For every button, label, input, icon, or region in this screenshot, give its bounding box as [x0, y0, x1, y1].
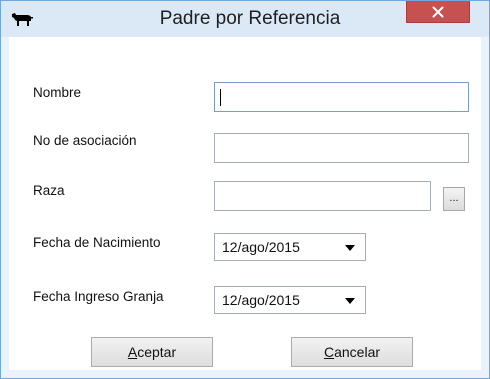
ingreso-value: 12/ago/2015	[222, 292, 300, 308]
nacimiento-value: 12/ago/2015	[222, 239, 300, 255]
accept-mnemonic: A	[127, 344, 138, 360]
asociacion-label: No de asociación	[33, 133, 137, 148]
raza-browse-button[interactable]: ...	[443, 187, 465, 211]
title-bar[interactable]: Padre por Referencia	[1, 1, 489, 37]
chevron-down-icon	[345, 298, 355, 304]
close-icon	[432, 6, 444, 17]
dialog-body: Nombre No de asociación Raza ... Fecha d…	[9, 37, 481, 370]
accept-button[interactable]: Aceptar	[91, 337, 213, 367]
raza-label: Raza	[33, 183, 65, 198]
accept-label: ceptar	[137, 344, 177, 360]
nacimiento-date-picker[interactable]: 12/ago/2015	[214, 233, 366, 261]
asociacion-input[interactable]	[214, 133, 469, 163]
chevron-down-icon	[345, 245, 355, 251]
nombre-input[interactable]	[214, 82, 469, 112]
text-caret	[220, 89, 221, 106]
cancel-label: ancelar	[334, 344, 381, 360]
nacimiento-label: Fecha de Nacimiento	[33, 235, 161, 250]
cancel-mnemonic: C	[323, 344, 335, 360]
cancel-button[interactable]: Cancelar	[291, 337, 413, 367]
dialog-window: Padre por Referencia Nombre No de asocia…	[0, 0, 490, 379]
nombre-label: Nombre	[33, 85, 82, 100]
close-button[interactable]	[406, 1, 470, 23]
ingreso-date-picker[interactable]: 12/ago/2015	[214, 286, 366, 314]
ingreso-label: Fecha Ingreso Granja	[33, 289, 164, 304]
raza-input[interactable]	[214, 181, 431, 211]
